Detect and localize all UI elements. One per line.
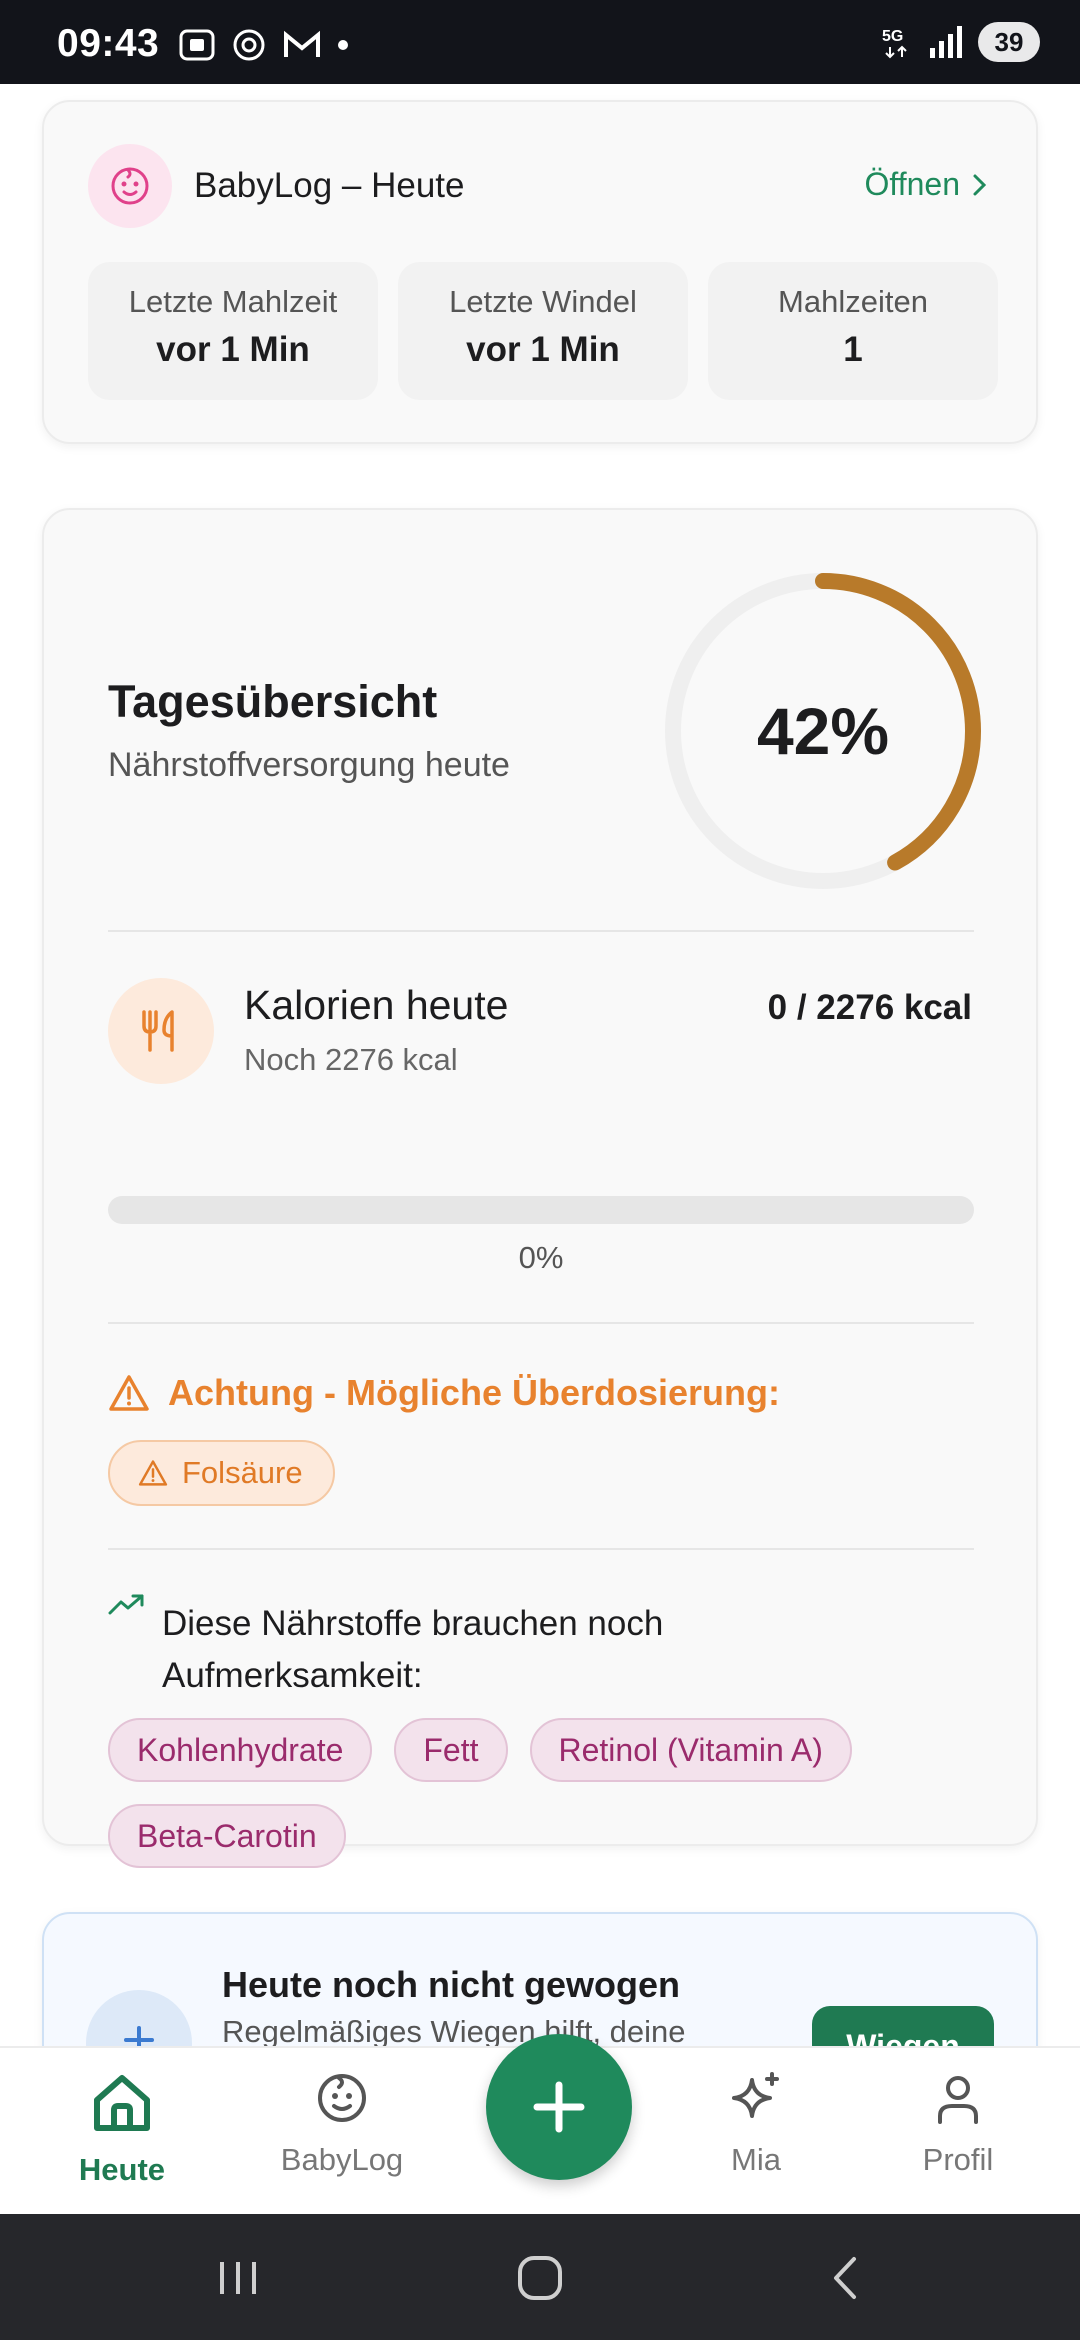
fork-knife-icon (108, 978, 214, 1084)
status-notification-icons (178, 26, 350, 64)
bottom-navigation: Heute BabyLog Mia Profil (0, 2034, 1080, 2214)
baby-face-icon (88, 144, 172, 228)
calories-progress-label: 0% (518, 1240, 564, 1275)
nav-label: Profil (922, 2142, 994, 2177)
attention-chips: Kohlenhydrate Fett Retinol (Vitamin A) B… (108, 1718, 988, 1868)
overdose-chip[interactable]: Folsäure (108, 1440, 335, 1506)
daily-overview-card: Tagesübersicht Nährstoffversorgung heute… (42, 508, 1038, 1868)
nav-label: Heute (78, 2152, 166, 2187)
overdose-warning: Achtung - Mögliche Überdosierung: (108, 1372, 780, 1414)
overdose-chip-label: Folsäure (182, 1455, 303, 1490)
trending-up-icon (108, 1594, 144, 1615)
signal-icon (930, 26, 962, 58)
add-entry-button[interactable] (486, 2034, 632, 2180)
warning-triangle-icon (138, 1460, 168, 1486)
sparkles-icon (732, 2072, 779, 2118)
stat-last-diaper: Letzte Windel vor 1 Min (398, 262, 688, 400)
stat-label: Mahlzeiten (778, 284, 928, 319)
warning-triangle-icon (109, 1375, 149, 1411)
person-icon (938, 2076, 978, 2124)
screenshot-icon (179, 29, 215, 61)
svg-text:5G: 5G (882, 28, 903, 45)
babylog-open-label: Öffnen (864, 166, 960, 202)
calories-remaining: Noch 2276 kcal (244, 1042, 458, 1077)
calories-title: Kalorien heute (244, 982, 509, 1028)
system-navigation-bar (0, 2214, 1080, 2340)
main-scroll-content[interactable]: BabyLog – Heute Öffnen Letzte Mahlzeit v… (0, 84, 1080, 2046)
divider (108, 1322, 974, 1324)
divider (108, 930, 974, 932)
stat-last-meal: Letzte Mahlzeit vor 1 Min (88, 262, 378, 400)
stat-label: Letzte Windel (449, 284, 637, 319)
divider (108, 1548, 974, 1550)
status-bar: 09:43 5G 39 (0, 0, 1080, 84)
home-icon (94, 2075, 150, 2131)
baby-face-icon (318, 2074, 366, 2122)
nav-label: Mia (731, 2142, 781, 2177)
status-system-icons: 5G 39 (880, 22, 1040, 62)
nutrient-chip[interactable]: Fett (394, 1718, 508, 1782)
weight-title: Heute noch nicht gewogen (222, 1964, 681, 2005)
nutrient-chip[interactable]: Kohlenhydrate (108, 1718, 373, 1782)
nav-item-profil[interactable]: Profil (868, 2070, 1048, 2178)
chevron-right-icon (973, 174, 987, 195)
ring-percent-label: 42% (756, 694, 890, 768)
battery-icon: 39 (978, 22, 1040, 62)
overdose-warning-title: Achtung - Mögliche Überdosierung: (168, 1372, 780, 1413)
dot-icon (338, 40, 348, 50)
nav-label: BabyLog (280, 2142, 404, 2177)
recent-apps-button[interactable] (208, 2250, 268, 2306)
attention-title: Diese Nährstoffe brauchen noch Aufmerksa… (162, 1604, 664, 1695)
nav-item-mia[interactable]: Mia (666, 2070, 846, 2178)
home-button[interactable] (510, 2250, 570, 2306)
weight-subtitle: Regelmäßiges Wiegen hilft, deine (222, 2014, 686, 2046)
nav-item-heute[interactable]: Heute (32, 2070, 212, 2188)
recent-apps-icon (220, 2262, 256, 2294)
calories-value: 0 / 2276 kcal (767, 988, 972, 1027)
babylog-card-title: BabyLog – Heute (194, 166, 465, 205)
gmail-icon (284, 30, 320, 57)
calories-progress-bar (108, 1196, 974, 1224)
scale-icon (86, 1990, 192, 2046)
babylog-stats: Letzte Mahlzeit vor 1 Min Letzte Windel … (88, 262, 998, 400)
status-time: 09:43 (57, 22, 160, 65)
stat-label: Letzte Mahlzeit (128, 284, 338, 319)
home-circle-icon (518, 2256, 562, 2300)
5g-icon: 5G (882, 28, 907, 59)
nutrient-chip[interactable]: Retinol (Vitamin A) (529, 1718, 852, 1782)
babylog-open-link[interactable]: Öffnen (865, 166, 988, 203)
nav-item-babylog[interactable]: BabyLog (252, 2070, 432, 2178)
back-button[interactable] (814, 2250, 874, 2306)
weigh-button[interactable]: Wiegen (812, 2006, 994, 2046)
stat-value: vor 1 Min (466, 330, 620, 369)
weight-reminder-card[interactable]: Heute noch nicht gewogen Regelmäßiges Wi… (42, 1912, 1038, 2046)
babylog-today-card[interactable]: BabyLog – Heute Öffnen Letzte Mahlzeit v… (42, 100, 1038, 444)
openai-icon (233, 29, 265, 61)
back-icon (834, 2257, 856, 2299)
plus-icon (533, 2081, 585, 2133)
stat-meal-count: Mahlzeiten 1 (708, 262, 998, 400)
overview-subtitle: Nährstoffversorgung heute (108, 746, 510, 784)
nutrient-chip[interactable]: Beta-Carotin (108, 1804, 346, 1868)
stat-value: vor 1 Min (156, 330, 310, 369)
stat-value: 1 (843, 330, 863, 369)
app-screen: 09:43 5G 39 BabyLog – Heute Öffnen Letzt… (0, 0, 1080, 2340)
overview-title: Tagesübersicht (108, 676, 438, 727)
